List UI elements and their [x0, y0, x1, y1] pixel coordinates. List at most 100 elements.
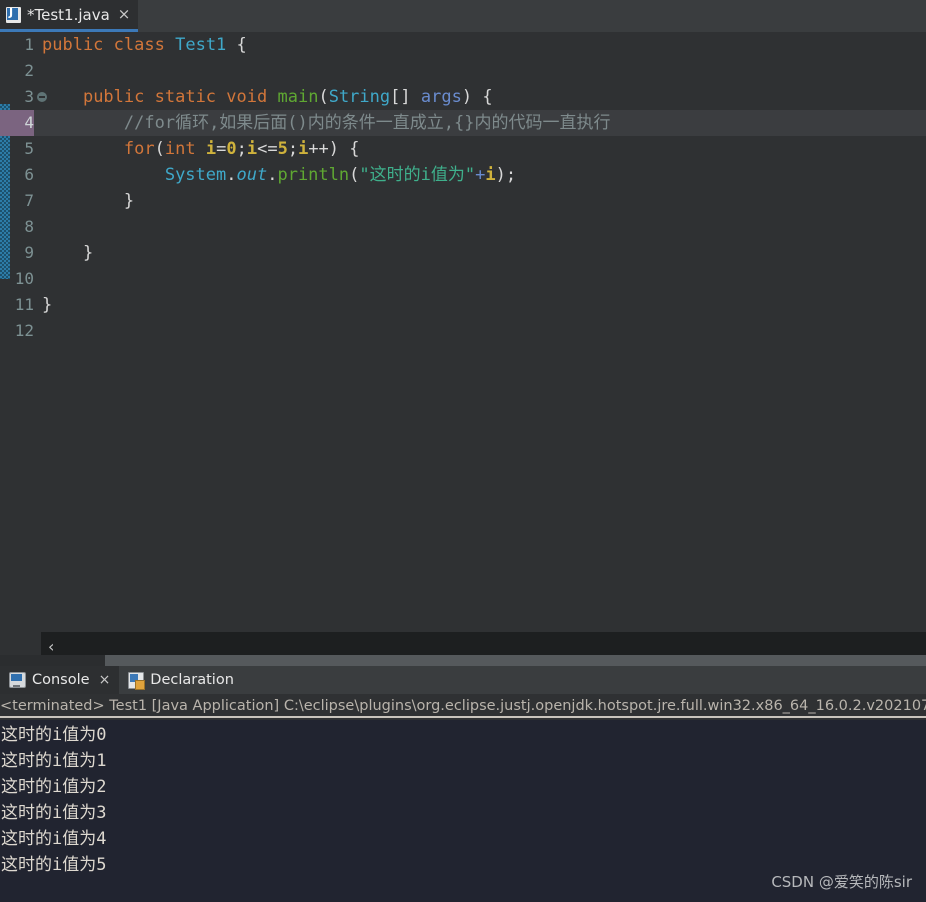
editor-tab-bar: *Test1.java ×	[0, 0, 926, 32]
token-punct: .	[226, 165, 237, 185]
code-line: 9 }	[0, 240, 926, 266]
token-type: String	[328, 87, 391, 107]
token-parameter: args	[420, 87, 462, 107]
code-line: 12	[0, 318, 926, 344]
line-text: }	[34, 240, 93, 266]
token-brace: {	[236, 35, 247, 55]
console-output-line: 这时的i值为2	[1, 777, 107, 797]
line-text: public class Test1 {	[34, 32, 247, 58]
line-text: }	[34, 292, 52, 318]
line-number: 4	[0, 110, 34, 136]
line-text: System.out.println("这时的i值为"+i);	[34, 162, 516, 188]
code-line: 6 System.out.println("这时的i值为"+i);	[0, 162, 926, 188]
token-brace: }	[123, 191, 135, 211]
line-number: 9	[24, 243, 34, 262]
token-punct: (	[318, 87, 329, 107]
line-content: //for循环,如果后面()内的条件一直成立,{}内的代码一直执行	[34, 110, 926, 136]
line-content	[34, 58, 926, 84]
line-number: 6	[24, 165, 34, 184]
close-icon[interactable]: ×	[118, 7, 131, 22]
console-output-line: 这时的i值为4	[1, 829, 107, 849]
token-keyword: class	[113, 35, 165, 55]
line-content	[34, 266, 926, 292]
line-number: 8	[24, 217, 34, 236]
console-launch-line: <terminated> Test1 [Java Application] C:…	[0, 694, 926, 718]
token-punct: )	[461, 87, 473, 107]
scrollbar-thumb[interactable]	[0, 655, 105, 666]
token-keyword: for	[123, 139, 155, 159]
line-number: 3	[24, 87, 34, 106]
token-comment: //for循环,如果后面()内的条件一直成立,{}内的代码一直执行	[123, 113, 611, 133]
token-string: "这时的i值为"	[359, 165, 476, 185]
line-number: 2	[24, 61, 34, 80]
token-brace: }	[82, 243, 94, 263]
code-line: 8	[0, 214, 926, 240]
token-punct: );	[495, 165, 517, 185]
line-text: }	[34, 188, 134, 214]
line-content: public class Test1 {	[34, 32, 926, 58]
token-punct: (	[349, 165, 360, 185]
line-content	[34, 318, 926, 344]
line-content: }	[34, 188, 926, 214]
code-line: 3 public static void main(String[] args)…	[0, 84, 926, 110]
csdn-watermark: CSDN @爱笑的陈sir	[771, 873, 912, 891]
token-method: println	[277, 165, 350, 185]
line-text: //for循环,如果后面()内的条件一直成立,{}内的代码一直执行	[34, 110, 611, 136]
code-line: 2	[0, 58, 926, 84]
panel-tab-bar: Console × Declaration	[0, 666, 926, 694]
token-punct: []	[390, 87, 411, 107]
console-output[interactable]: 这时的i值为0 这时的i值为1 这时的i值为2 这时的i值为3 这时的i值为4 …	[0, 720, 926, 902]
line-content: }	[34, 240, 926, 266]
console-output-line: 这时的i值为0	[1, 725, 107, 745]
line-number: 11	[14, 295, 34, 314]
token-type: Test1	[175, 35, 227, 55]
scroll-left-chevron-icon[interactable]: ‹	[48, 639, 62, 655]
token-keyword: public	[42, 35, 104, 55]
tab-console-label: Console	[32, 672, 90, 688]
collapse-minus-icon[interactable]	[37, 92, 47, 102]
token-method: main	[277, 87, 319, 107]
token-field: out	[236, 165, 268, 185]
code-line: 5 for(int i=0;i<=5;i++) {	[0, 136, 926, 162]
token-variable: i	[298, 139, 309, 159]
line-content: for(int i=0;i<=5;i++) {	[34, 136, 926, 162]
console-output-line: 这时的i值为1	[1, 751, 107, 771]
line-text: public static void main(String[] args) {	[34, 84, 493, 110]
line-number: 10	[14, 269, 34, 288]
token-punct: .	[267, 165, 278, 185]
horizontal-scrollbar[interactable]	[0, 655, 926, 666]
code-line: 7 }	[0, 188, 926, 214]
token-number: 0	[226, 139, 237, 159]
token-punct: ;	[236, 139, 247, 159]
code-line: 11 }	[0, 292, 926, 318]
bottom-panel: Console × Declaration <terminated> Test1…	[0, 666, 926, 902]
line-content	[34, 214, 926, 240]
editor-tab-label: *Test1.java	[27, 5, 110, 24]
token-brace: {	[349, 139, 360, 159]
tab-console[interactable]: Console ×	[0, 666, 120, 694]
close-icon[interactable]: ×	[99, 673, 111, 687]
token-keyword: static	[154, 87, 217, 107]
tab-declaration[interactable]: Declaration	[119, 666, 243, 694]
token-brace: }	[42, 295, 53, 315]
token-keyword: int	[164, 139, 196, 159]
line-number: 1	[24, 35, 34, 54]
code-editor[interactable]: 1 public class Test1 { 2 3 public static…	[0, 32, 926, 632]
line-text: for(int i=0;i<=5;i++) {	[34, 136, 360, 162]
line-number: 7	[24, 191, 34, 210]
code-line-current: 4 //for循环,如果后面()内的条件一直成立,{}内的代码一直执行	[0, 110, 926, 136]
token-number: 5	[277, 139, 288, 159]
line-content: System.out.println("这时的i值为"+i);	[34, 162, 926, 188]
token-brace: {	[482, 87, 493, 107]
tab-declaration-label: Declaration	[150, 672, 234, 688]
eclipse-ide-window: *Test1.java × 1 public class Test1 { 2 3	[0, 0, 926, 902]
token-punct: (	[154, 139, 165, 159]
code-line: 1 public class Test1 {	[0, 32, 926, 58]
editor-tab-test1-java[interactable]: *Test1.java ×	[0, 0, 139, 32]
line-number: 12	[14, 321, 34, 340]
line-content: public static void main(String[] args) {	[34, 84, 926, 110]
line-content: }	[34, 292, 926, 318]
token-punct: )	[328, 139, 340, 159]
console-monitor-icon	[9, 672, 26, 688]
token-operator: <=	[257, 139, 278, 159]
